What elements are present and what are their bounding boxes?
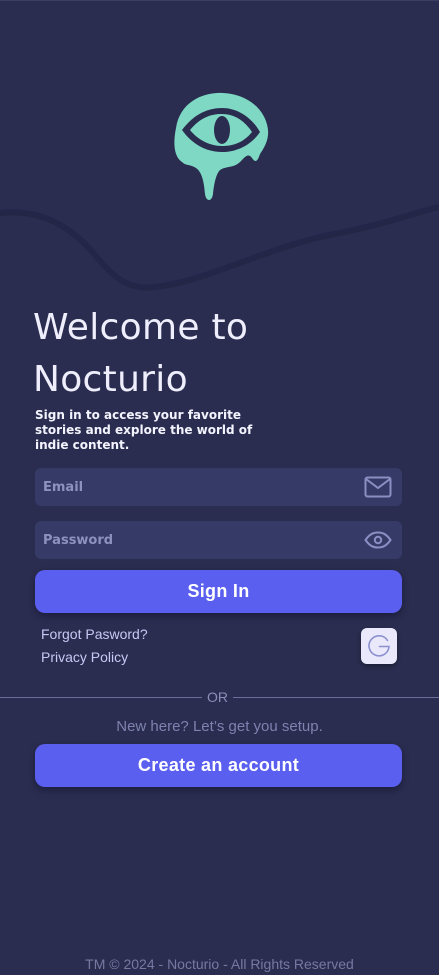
email-input[interactable] <box>43 479 364 495</box>
email-field[interactable] <box>35 468 402 506</box>
privacy-policy-link[interactable]: Privacy Policy <box>41 649 128 665</box>
login-screen: Welcome to Nocturio Sign in to access yo… <box>0 0 439 975</box>
divider-line-left <box>0 697 202 698</box>
google-icon <box>368 635 390 657</box>
password-input[interactable] <box>43 532 364 548</box>
footer-copyright: TM © 2024 - Nocturio - All Rights Reserv… <box>85 956 354 972</box>
sign-in-button[interactable]: Sign In <box>35 570 402 613</box>
create-account-button[interactable]: Create an account <box>35 744 402 787</box>
password-field[interactable] <box>35 521 402 559</box>
divider-line-right <box>233 697 439 698</box>
mail-icon <box>364 475 392 499</box>
top-border <box>0 0 439 1</box>
header-wave <box>0 204 439 291</box>
drip-eye-logo-icon <box>174 92 269 200</box>
page-title: Welcome to Nocturio <box>33 307 249 400</box>
page-subtitle: Sign in to access your favorite stories … <box>35 408 253 452</box>
divider-or-label: OR <box>207 689 228 705</box>
signup-prompt: New here? Let’s get you setup. <box>116 718 323 735</box>
forgot-password-link[interactable]: Forgot Pasword? <box>41 626 148 642</box>
google-sign-in-button[interactable] <box>361 628 397 664</box>
eye-icon[interactable] <box>364 528 392 552</box>
